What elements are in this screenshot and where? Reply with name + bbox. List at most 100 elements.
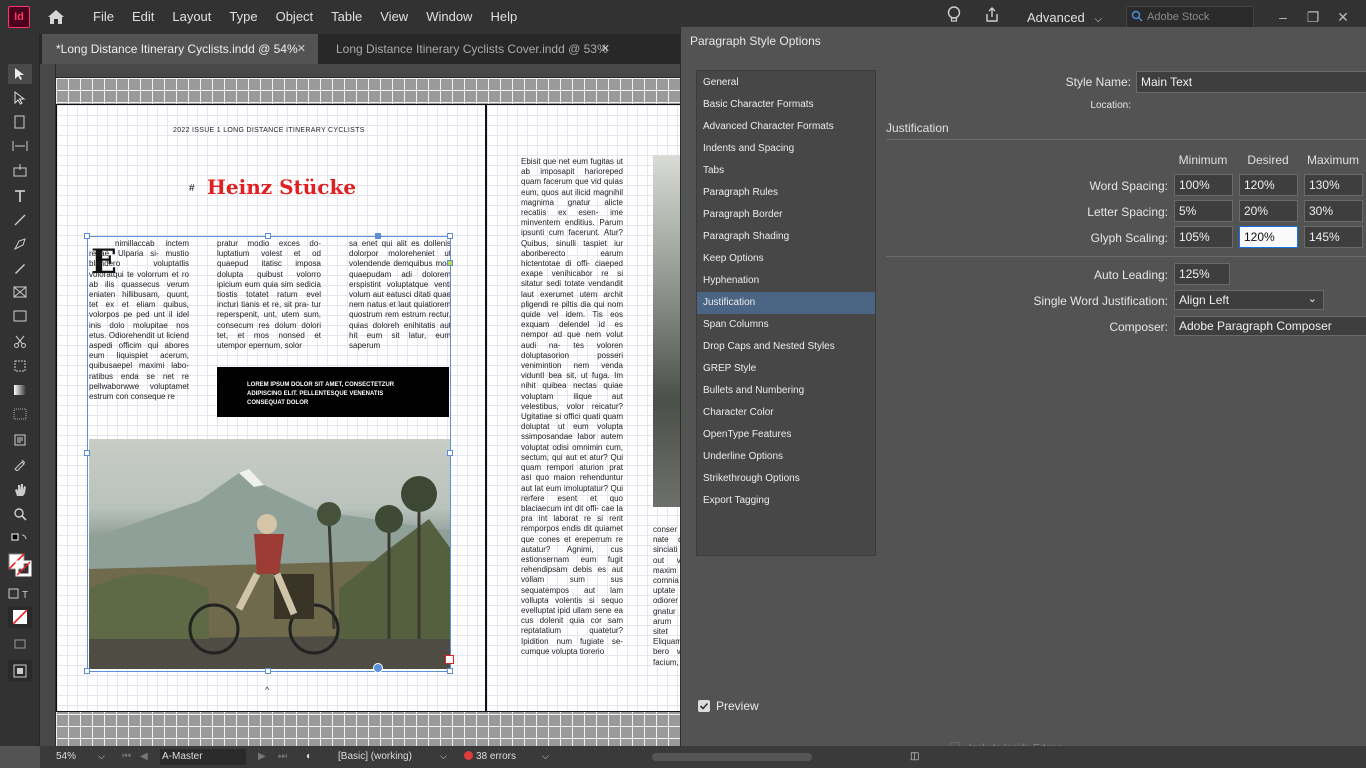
free-transform-tool-icon[interactable] — [8, 356, 32, 376]
out-port-handle[interactable] — [447, 260, 453, 266]
resize-handle[interactable] — [447, 450, 453, 456]
gap-tool-icon[interactable] — [8, 136, 32, 156]
category-hyphenation[interactable]: Hyphenation — [697, 270, 875, 292]
category-underline-options[interactable]: Underline Options — [697, 446, 875, 468]
menu-edit[interactable]: Edit — [123, 0, 163, 34]
zoom-tool-icon[interactable] — [8, 504, 32, 524]
preflight-errors[interactable]: 38 errors — [464, 751, 516, 762]
menu-window[interactable]: Window — [417, 0, 481, 34]
auto-leading-field[interactable] — [1174, 263, 1230, 285]
selection-tool-icon[interactable] — [8, 64, 32, 84]
overset-text-icon[interactable] — [445, 655, 454, 664]
category-paragraph-border[interactable]: Paragraph Border — [697, 204, 875, 226]
zoom-level[interactable]: 54% — [56, 751, 76, 762]
content-grabber-icon[interactable] — [373, 663, 383, 673]
formatting-container-icon[interactable]: T — [8, 584, 32, 604]
tab-long-distance-itinerary[interactable]: *Long Distance Itinerary Cyclists.indd @… — [42, 34, 318, 64]
category-tabs[interactable]: Tabs — [697, 160, 875, 182]
composer-select[interactable]: Adobe Paragraph Composer — [1174, 316, 1366, 336]
category-span-columns[interactable]: Span Columns — [697, 314, 875, 336]
last-page-icon[interactable]: ⏭ — [278, 751, 287, 762]
lightbulb-icon[interactable] — [939, 5, 969, 29]
right-page-photo[interactable] — [653, 155, 680, 507]
category-keep-options[interactable]: Keep Options — [697, 248, 875, 270]
menu-object[interactable]: Object — [267, 0, 323, 34]
menu-layout[interactable]: Layout — [163, 0, 220, 34]
single-word-justification-select[interactable]: Align Left ⌄ — [1174, 290, 1324, 310]
preview-label[interactable]: Preview — [716, 699, 759, 713]
category-basic-character-formats[interactable]: Basic Character Formats — [697, 94, 875, 116]
scissors-tool-icon[interactable] — [8, 332, 32, 352]
preview-checkbox[interactable] — [698, 700, 710, 712]
gradient-feather-tool-icon[interactable] — [8, 404, 32, 424]
menu-table[interactable]: Table — [322, 0, 371, 34]
restore-icon[interactable]: ❐ — [1298, 9, 1328, 26]
word-spacing-max[interactable] — [1304, 174, 1363, 196]
pasteboard[interactable]: 2022 ISSUE 1 LONG DISTANCE ITINERARY CYC… — [56, 78, 680, 746]
page-selector[interactable]: A-Master — [160, 749, 246, 765]
resize-handle[interactable] — [447, 233, 453, 239]
letter-spacing-desired[interactable] — [1239, 200, 1298, 222]
document-canvas[interactable]: 2022 ISSUE 1 LONG DISTANCE ITINERARY CYC… — [40, 64, 680, 746]
pen-tool-icon[interactable] — [8, 234, 32, 254]
default-colors-icon[interactable] — [8, 530, 32, 550]
home-icon[interactable] — [46, 7, 66, 27]
previous-page-icon[interactable]: ◀ — [140, 751, 148, 762]
gradient-tool-icon[interactable] — [8, 380, 32, 400]
letter-spacing-min[interactable] — [1174, 200, 1233, 222]
right-body-column[interactable]: Ebisit que net eum fugitas ut ab imposap… — [521, 157, 623, 671]
resize-handle[interactable] — [265, 668, 271, 674]
resize-handle[interactable] — [84, 668, 90, 674]
glyph-scaling-max[interactable] — [1304, 226, 1363, 248]
resize-handle[interactable] — [375, 233, 381, 239]
minimize-icon[interactable]: – — [1268, 9, 1298, 25]
category-general[interactable]: General — [697, 72, 875, 94]
horizontal-scrollbar[interactable] — [652, 753, 812, 761]
adobe-stock-search[interactable]: Adobe Stock — [1126, 6, 1254, 28]
page-tool-icon[interactable] — [8, 112, 32, 132]
resize-handle[interactable] — [265, 233, 271, 239]
chevron-down-icon[interactable]: ⌵ — [98, 751, 105, 762]
right-body-column-2[interactable]: conser nate qu sinciati out vid maxim co… — [653, 525, 680, 671]
content-collector-icon[interactable] — [8, 160, 32, 180]
resize-handle[interactable] — [84, 233, 90, 239]
workspace-switcher[interactable]: Advanced ⌵ — [1027, 10, 1102, 25]
menu-help[interactable]: Help — [481, 0, 526, 34]
vertical-ruler[interactable] — [40, 64, 56, 746]
chevron-down-icon[interactable]: ⌵ — [542, 751, 549, 762]
horizontal-ruler[interactable] — [40, 64, 680, 78]
close-icon[interactable]: ✕ — [1328, 9, 1358, 26]
tab-cover[interactable]: Long Distance Itinerary Cyclists Cover.i… — [322, 34, 622, 64]
category-grep-style[interactable]: GREP Style — [697, 358, 875, 380]
menu-file[interactable]: File — [84, 0, 123, 34]
word-spacing-min[interactable] — [1174, 174, 1233, 196]
line-tool-icon[interactable] — [8, 210, 32, 230]
left-page[interactable]: 2022 ISSUE 1 LONG DISTANCE ITINERARY CYC… — [56, 104, 486, 712]
preflight-profile-icon[interactable]: ◐ — [306, 751, 312, 762]
type-tool-icon[interactable] — [8, 186, 32, 206]
selection-frame[interactable] — [87, 236, 451, 672]
category-indents-and-spacing[interactable]: Indents and Spacing — [697, 138, 875, 160]
chevron-down-icon[interactable]: ⌵ — [440, 751, 447, 762]
article-title[interactable]: Heinz Stücke — [207, 175, 356, 199]
category-justification[interactable]: Justification — [697, 292, 875, 314]
category-bullets-and-numbering[interactable]: Bullets and Numbering — [697, 380, 875, 402]
rectangle-frame-tool-icon[interactable] — [8, 282, 32, 302]
category-advanced-character-formats[interactable]: Advanced Character Formats — [697, 116, 875, 138]
share-icon[interactable] — [977, 6, 1007, 28]
style-name-field[interactable] — [1136, 71, 1366, 93]
note-tool-icon[interactable] — [8, 430, 32, 450]
view-mode-icon[interactable] — [8, 660, 32, 682]
direct-selection-tool-icon[interactable] — [8, 88, 32, 108]
hand-tool-icon[interactable] — [8, 480, 32, 500]
apply-none-icon[interactable] — [8, 606, 32, 628]
resize-handle[interactable] — [84, 450, 90, 456]
menu-type[interactable]: Type — [220, 0, 266, 34]
category-paragraph-rules[interactable]: Paragraph Rules — [697, 182, 875, 204]
preflight-profile[interactable]: [Basic] (working) — [338, 751, 412, 762]
rectangle-tool-icon[interactable] — [8, 306, 32, 326]
resize-handle[interactable] — [447, 668, 453, 674]
category-export-tagging[interactable]: Export Tagging — [697, 490, 875, 512]
category-character-color[interactable]: Character Color — [697, 402, 875, 424]
letter-spacing-max[interactable] — [1304, 200, 1363, 222]
